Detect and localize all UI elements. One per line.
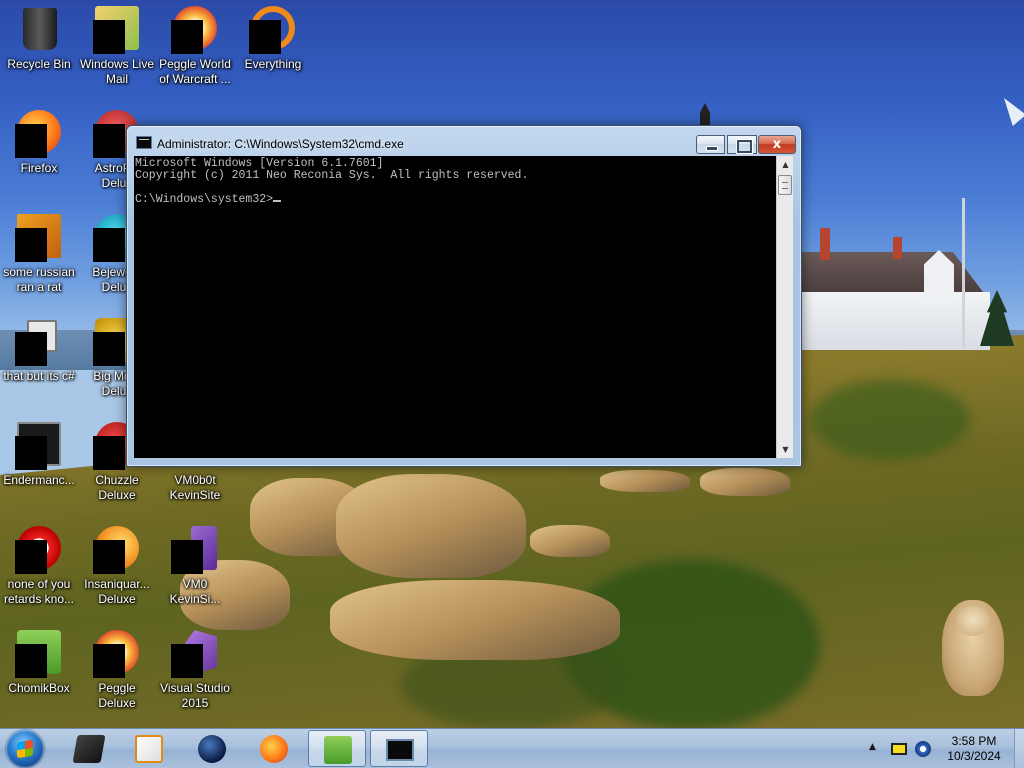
flag-pole — [962, 198, 965, 348]
maximize-button[interactable] — [727, 135, 757, 154]
minimize-button[interactable] — [696, 135, 725, 154]
desktop-icon-label: some russian ran a rat — [3, 265, 75, 294]
desktop-icon-that-but-its-csharp[interactable]: that but its c# — [0, 318, 78, 410]
scroll-up-button[interactable]: ▲ — [777, 156, 794, 173]
console-line: Copyright (c) 2011 Neo Reconia Sys. All … — [135, 169, 529, 182]
desktop-icon-label: Peggle Deluxe — [98, 681, 136, 710]
scroll-down-button[interactable]: ▼ — [777, 441, 794, 458]
maximize-icon — [728, 136, 756, 153]
rock — [600, 470, 690, 492]
rock — [330, 580, 620, 660]
desktop-icon-recycle-bin[interactable]: Recycle Bin — [0, 6, 78, 98]
firefox-icon — [15, 110, 63, 158]
desktop-icon-label: none of you retards kno... — [3, 577, 75, 606]
desktop-icon-label: ChomikBox — [8, 681, 70, 695]
desktop-icon-insaniquarium-deluxe[interactable]: Insaniquar... Deluxe — [78, 526, 156, 618]
desktop-icon-label: Recycle Bin — [7, 57, 71, 71]
taskbar-firefox[interactable] — [245, 730, 303, 767]
app-icon — [72, 735, 106, 763]
desktop-icon-label: Visual Studio 2015 — [160, 681, 230, 710]
desktop-icon-label: Insaniquar... Deluxe — [84, 577, 150, 606]
console-prompt: C:\Windows\system32> — [135, 193, 274, 206]
peggle-icon — [93, 630, 141, 678]
shrub — [810, 380, 970, 460]
close-button[interactable]: x — [758, 135, 796, 154]
copy-icon — [15, 318, 63, 366]
vertical-scrollbar[interactable]: ▲ ▼ — [776, 156, 793, 458]
chimney — [893, 237, 902, 259]
rock — [530, 525, 610, 557]
peggle-icon — [171, 6, 219, 54]
visual-studio-icon — [171, 526, 219, 574]
console-output[interactable]: Microsoft Windows [Version 6.1.7601] Cop… — [134, 156, 776, 458]
desktop-icon-label: Endermanc... — [3, 473, 75, 487]
clock-date: 10/3/2024 — [947, 749, 1001, 763]
scroll-thumb[interactable] — [778, 175, 792, 195]
desktop-icon-label: that but its c# — [3, 369, 75, 383]
show-hidden-icons-button[interactable]: ▲ — [869, 742, 876, 752]
cmd-window[interactable]: Administrator: C:\Windows\System32\cmd.e… — [126, 125, 802, 467]
clock-time: 3:58 PM — [951, 734, 997, 748]
seagull — [1004, 98, 1024, 126]
insaniquarium-icon — [93, 526, 141, 574]
chomikbox-icon — [324, 736, 352, 764]
opera-icon — [15, 526, 63, 574]
mail-icon — [93, 6, 141, 54]
text-cursor — [273, 200, 282, 202]
network-icon[interactable] — [915, 741, 931, 757]
system-clock[interactable]: 3:58 PM 10/3/2024 — [940, 734, 1008, 764]
taskbar-media-player[interactable] — [120, 730, 178, 767]
desktop-icon-label: Chuzzle Deluxe — [95, 473, 139, 502]
lighthouse-top — [700, 103, 710, 127]
desktop-icon-firefox[interactable]: Firefox — [0, 110, 78, 202]
taskbar-globe-app[interactable] — [183, 730, 241, 767]
title-bar[interactable]: Administrator: C:\Windows\System32\cmd.e… — [127, 126, 801, 156]
battery-icon[interactable] — [891, 743, 907, 755]
desktop[interactable]: Recycle Bin Firefox some russian ran a r… — [0, 0, 1024, 728]
console-prompt-line: C:\Windows\system32> — [135, 194, 775, 206]
taskbar-chomikbox[interactable] — [308, 730, 366, 767]
taskbar-cmd[interactable] — [370, 730, 428, 767]
firefox-icon — [260, 735, 288, 763]
rock — [700, 468, 790, 496]
desktop-icon-label: Everything — [244, 57, 302, 71]
hamster-mascot[interactable] — [942, 600, 1004, 696]
chimney — [820, 228, 830, 260]
chomikbox-icon — [15, 630, 63, 678]
visual-studio-icon — [171, 630, 219, 678]
desktop-icon-peggle-deluxe[interactable]: Peggle Deluxe — [78, 630, 156, 722]
desktop-icon-none-of-you[interactable]: none of you retards kno... — [0, 526, 78, 618]
desktop-icon-everything[interactable]: Everything — [234, 6, 312, 98]
desktop-icon-label: Windows Live Mail — [79, 57, 155, 86]
app-icon — [15, 422, 63, 470]
console-icon — [386, 739, 414, 761]
desktop-icon-peggle-world-of-warcraft[interactable]: Peggle World of Warcraft ... — [156, 6, 234, 98]
media-player-icon — [135, 735, 163, 763]
minimize-icon — [697, 136, 724, 153]
desktop-icon-windows-live-mail[interactable]: Windows Live Mail — [78, 6, 156, 98]
app-icon — [15, 214, 63, 262]
desktop-icon-some-russian-ran-a-rat[interactable]: some russian ran a rat — [0, 214, 78, 306]
globe-icon — [198, 735, 226, 763]
desktop-icon-endermanc[interactable]: Endermanc... — [0, 422, 78, 514]
recycle-bin-icon — [15, 6, 63, 54]
taskbar-pinned-app[interactable] — [60, 730, 118, 767]
desktop-icon-label: Firefox — [20, 161, 58, 175]
desktop-icon-visual-studio-2015[interactable]: Visual Studio 2015 — [156, 630, 234, 722]
console-icon[interactable] — [136, 136, 152, 149]
search-icon — [249, 6, 297, 54]
start-button[interactable] — [6, 730, 44, 768]
rock — [336, 474, 526, 578]
desktop-icon-chomikbox[interactable]: ChomikBox — [0, 630, 78, 722]
desktop-icon-label: VM0 KevinSi... — [169, 577, 221, 606]
desktop-icon-label: Peggle World of Warcraft ... — [159, 57, 231, 86]
desktop-icon-vm0-kevinsite[interactable]: VM0 KevinSi... — [156, 526, 234, 618]
desktop-icon-label: VM0b0t KevinSite — [169, 473, 221, 502]
taskbar: ▲ 3:58 PM 10/3/2024 — [0, 728, 1024, 768]
window-title: Administrator: C:\Windows\System32\cmd.e… — [157, 137, 404, 151]
close-icon: x — [772, 137, 782, 152]
show-desktop-button[interactable] — [1014, 729, 1024, 768]
